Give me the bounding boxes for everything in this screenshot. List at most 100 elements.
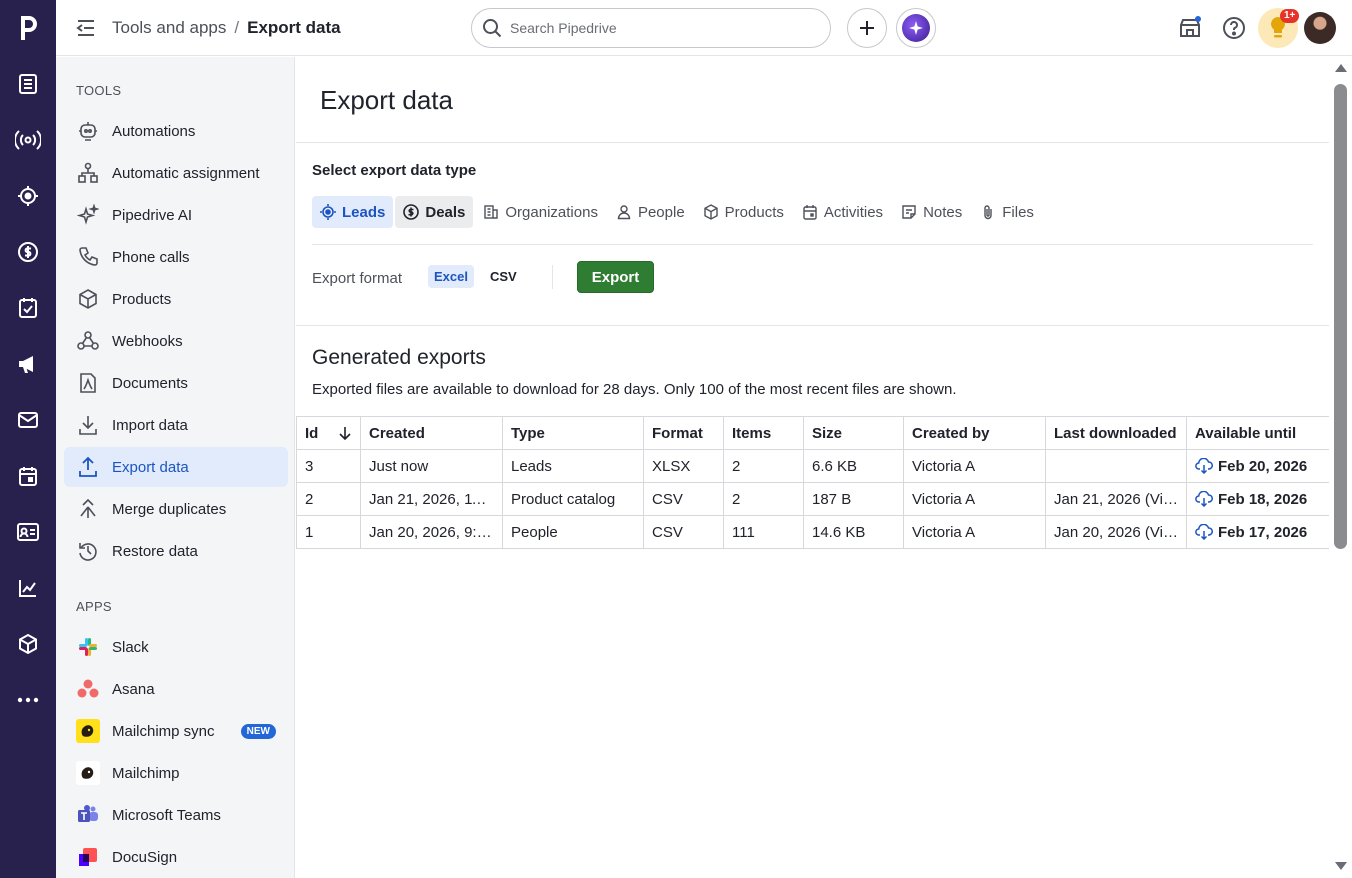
column-header-id[interactable]: Id (296, 416, 361, 450)
format-csv-option[interactable]: CSV (484, 265, 523, 288)
main-scrollbar[interactable] (1329, 57, 1352, 878)
sidebar-item-label: Documents (112, 374, 188, 392)
sidebar-item-asana[interactable]: Asana (64, 669, 288, 709)
sidebar-item-microsoft-teams[interactable]: Microsoft Teams (64, 795, 288, 835)
cell-created: Just now (360, 449, 503, 483)
cell-format: CSV (643, 515, 724, 549)
tab-leads[interactable]: Leads (312, 196, 394, 228)
search-box[interactable] (471, 8, 831, 48)
download-link[interactable]: Feb 17, 2026 (1218, 524, 1307, 541)
sidebar-item-import-data[interactable]: Import data (64, 405, 288, 445)
tab-notes[interactable]: Notes (893, 196, 970, 228)
phone-icon (64, 246, 112, 268)
ai-assistant-button[interactable] (896, 8, 936, 48)
sidebar-item-label: Import data (112, 416, 188, 434)
column-header-available-until[interactable]: Available until (1186, 416, 1330, 450)
user-avatar[interactable] (1304, 12, 1336, 44)
target-icon[interactable] (0, 168, 56, 224)
pipedrive-logo[interactable] (0, 0, 56, 56)
new-badge: NEW (240, 723, 276, 739)
column-header-created-by[interactable]: Created by (903, 416, 1046, 450)
more-icon[interactable] (0, 672, 56, 728)
sidebar-item-automations[interactable]: Automations (64, 111, 288, 151)
download-link[interactable]: Feb 18, 2026 (1218, 491, 1307, 508)
help-icon[interactable] (1222, 16, 1246, 40)
tab-organizations[interactable]: Organizations (475, 196, 606, 228)
tab-files[interactable]: Files (972, 196, 1042, 228)
sidebar-item-restore-data[interactable]: Restore data (64, 531, 288, 571)
sidebar-item-phone-calls[interactable]: Phone calls (64, 237, 288, 277)
scroll-up-arrow-icon[interactable] (1334, 63, 1348, 73)
tab-products[interactable]: Products (695, 196, 792, 228)
sidebar-item-webhooks[interactable]: Webhooks (64, 321, 288, 361)
cell-created-by: Victoria A (903, 449, 1046, 483)
tools-heading: TOOLS (76, 83, 122, 98)
cloud-download-icon[interactable] (1195, 458, 1213, 474)
sort-arrow-down-icon[interactable] (338, 426, 352, 440)
export-button[interactable]: Export (577, 261, 654, 293)
tab-activities[interactable]: Activities (794, 196, 891, 228)
sidebar-item-label: Slack (112, 638, 149, 656)
contacts-icon[interactable] (0, 504, 56, 560)
scrollbar-thumb[interactable] (1334, 84, 1347, 549)
column-header-type[interactable]: Type (502, 416, 644, 450)
column-header-format[interactable]: Format (643, 416, 724, 450)
sidebar-item-mailchimp[interactable]: Mailchimp (64, 753, 288, 793)
sidebar-item-documents[interactable]: Documents (64, 363, 288, 403)
sidebar-item-docusign[interactable]: DocuSign (64, 837, 288, 877)
quick-add-button[interactable] (847, 8, 887, 48)
cloud-download-icon[interactable] (1195, 524, 1213, 540)
insights-icon[interactable] (0, 560, 56, 616)
sidebar-item-label: Export data (112, 458, 189, 476)
scroll-down-arrow-icon[interactable] (1334, 861, 1348, 871)
cell-last-downloaded (1045, 449, 1187, 483)
sidebar-item-mailchimp-sync[interactable]: Mailchimp sync NEW (64, 711, 288, 751)
paperclip-icon (984, 205, 992, 220)
sidebar-item-label: Asana (112, 680, 155, 698)
sidebar-item-merge-duplicates[interactable]: Merge duplicates (64, 489, 288, 529)
dollar-icon[interactable] (0, 224, 56, 280)
sidebar-item-automatic-assignment[interactable]: Automatic assignment (64, 153, 288, 193)
cell-last-downloaded: Jan 20, 2026 (Victoria A) (1045, 515, 1187, 549)
tab-people[interactable]: People (608, 196, 693, 228)
cell-id: 3 (296, 449, 361, 483)
cell-available-until[interactable]: Feb 17, 2026 (1186, 515, 1330, 549)
calendar-icon[interactable] (0, 448, 56, 504)
sidebar-item-slack[interactable]: Slack (64, 627, 288, 667)
column-header-size[interactable]: Size (803, 416, 904, 450)
cell-available-until[interactable]: Feb 20, 2026 (1186, 449, 1330, 483)
cell-available-until[interactable]: Feb 18, 2026 (1186, 482, 1330, 516)
download-link[interactable]: Feb 20, 2026 (1218, 458, 1307, 475)
deals-pipeline-icon[interactable] (0, 112, 56, 168)
marketplace-icon[interactable] (1178, 16, 1202, 40)
format-excel-option[interactable]: Excel (428, 265, 474, 288)
cell-type: People (502, 515, 644, 549)
products-icon[interactable] (0, 616, 56, 672)
top-bar: Tools and apps / Export data 1+ (56, 0, 1352, 56)
table-header-row: Id Created Type Format Items Size Create… (296, 416, 1330, 450)
activities-icon[interactable] (0, 280, 56, 336)
campaigns-icon[interactable] (0, 336, 56, 392)
sidebar-item-label: Webhooks (112, 332, 183, 350)
mail-icon[interactable] (0, 392, 56, 448)
column-header-last-downloaded[interactable]: Last downloaded (1045, 416, 1187, 450)
sidebar-item-products[interactable]: Products (64, 279, 288, 319)
sidebar-item-label: Mailchimp sync (112, 722, 215, 740)
column-header-created[interactable]: Created (360, 416, 503, 450)
column-header-items[interactable]: Items (723, 416, 804, 450)
search-input[interactable] (510, 20, 800, 36)
collapse-menu-icon[interactable] (76, 17, 100, 39)
leads-inbox-icon[interactable] (0, 56, 56, 112)
target-icon (320, 204, 336, 220)
breadcrumb-tools-and-apps[interactable]: Tools and apps (112, 18, 226, 38)
table-row: 1 Jan 20, 2026, 9:41 AM People CSV 111 1… (296, 515, 1330, 549)
cloud-download-icon[interactable] (1195, 491, 1213, 507)
tab-deals[interactable]: Deals (395, 196, 474, 228)
generated-exports-title: Generated exports (312, 346, 486, 369)
cell-type: Leads (502, 449, 644, 483)
sidebar-item-export-data[interactable]: Export data (64, 447, 288, 487)
sidebar-item-pipedrive-ai[interactable]: Pipedrive AI (64, 195, 288, 235)
sidebar-item-label: Phone calls (112, 248, 190, 266)
sidebar-item-label: Mailchimp (112, 764, 180, 782)
main-content: Export data Select export data type Lead… (296, 57, 1330, 878)
